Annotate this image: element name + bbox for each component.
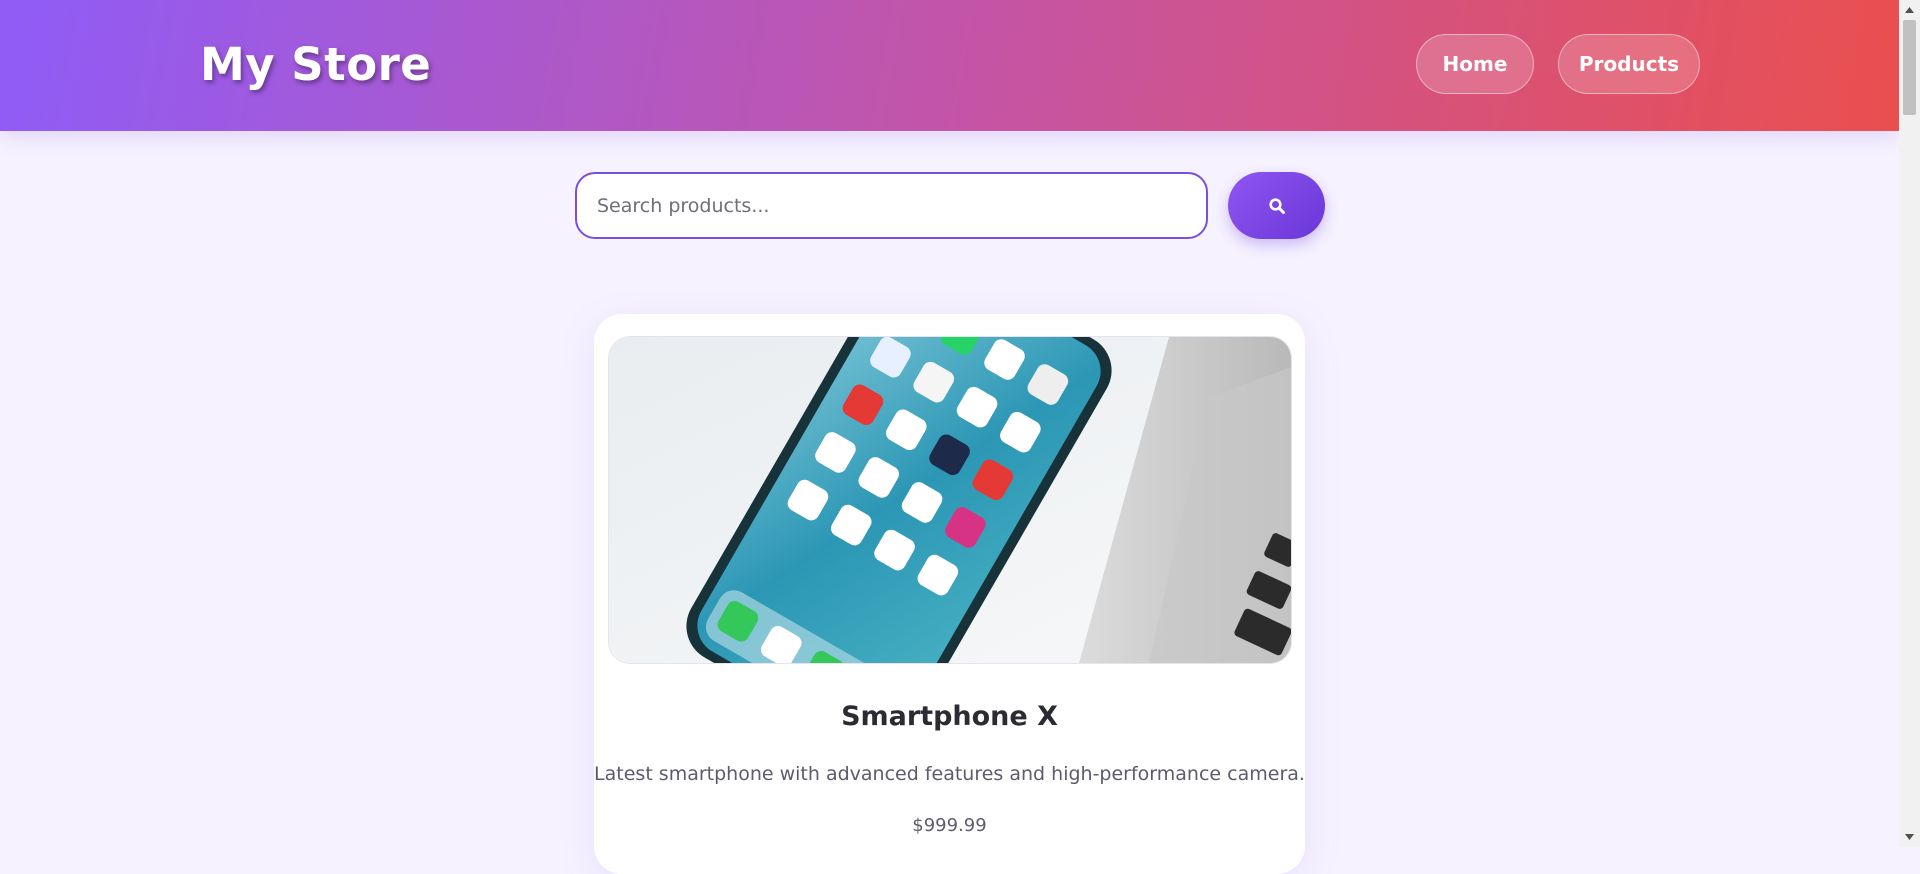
scroll-up-arrow[interactable] <box>1899 2 1920 18</box>
smartphone-photo <box>609 337 1291 663</box>
chevron-up-icon <box>1905 7 1914 13</box>
search-icon <box>1268 197 1285 214</box>
product-description: Latest smartphone with advanced features… <box>594 763 1305 785</box>
nav-home-button[interactable]: Home <box>1416 34 1534 94</box>
product-image[interactable] <box>608 336 1292 664</box>
search-button[interactable] <box>1228 172 1325 239</box>
site-header: My Store Home Products <box>0 0 1899 131</box>
scrollbar-thumb[interactable] <box>1903 20 1916 115</box>
nav-products-button[interactable]: Products <box>1558 34 1700 94</box>
product-price: $999.99 <box>912 815 987 836</box>
product-name: Smartphone X <box>841 701 1058 732</box>
page-scrollbar[interactable] <box>1899 0 1920 847</box>
store-logo[interactable]: My Store <box>200 38 431 91</box>
chevron-down-icon <box>1905 834 1914 840</box>
scroll-down-arrow[interactable] <box>1899 829 1920 845</box>
search-input[interactable] <box>575 172 1208 239</box>
product-card[interactable]: Smartphone X Latest smartphone with adva… <box>594 314 1305 874</box>
